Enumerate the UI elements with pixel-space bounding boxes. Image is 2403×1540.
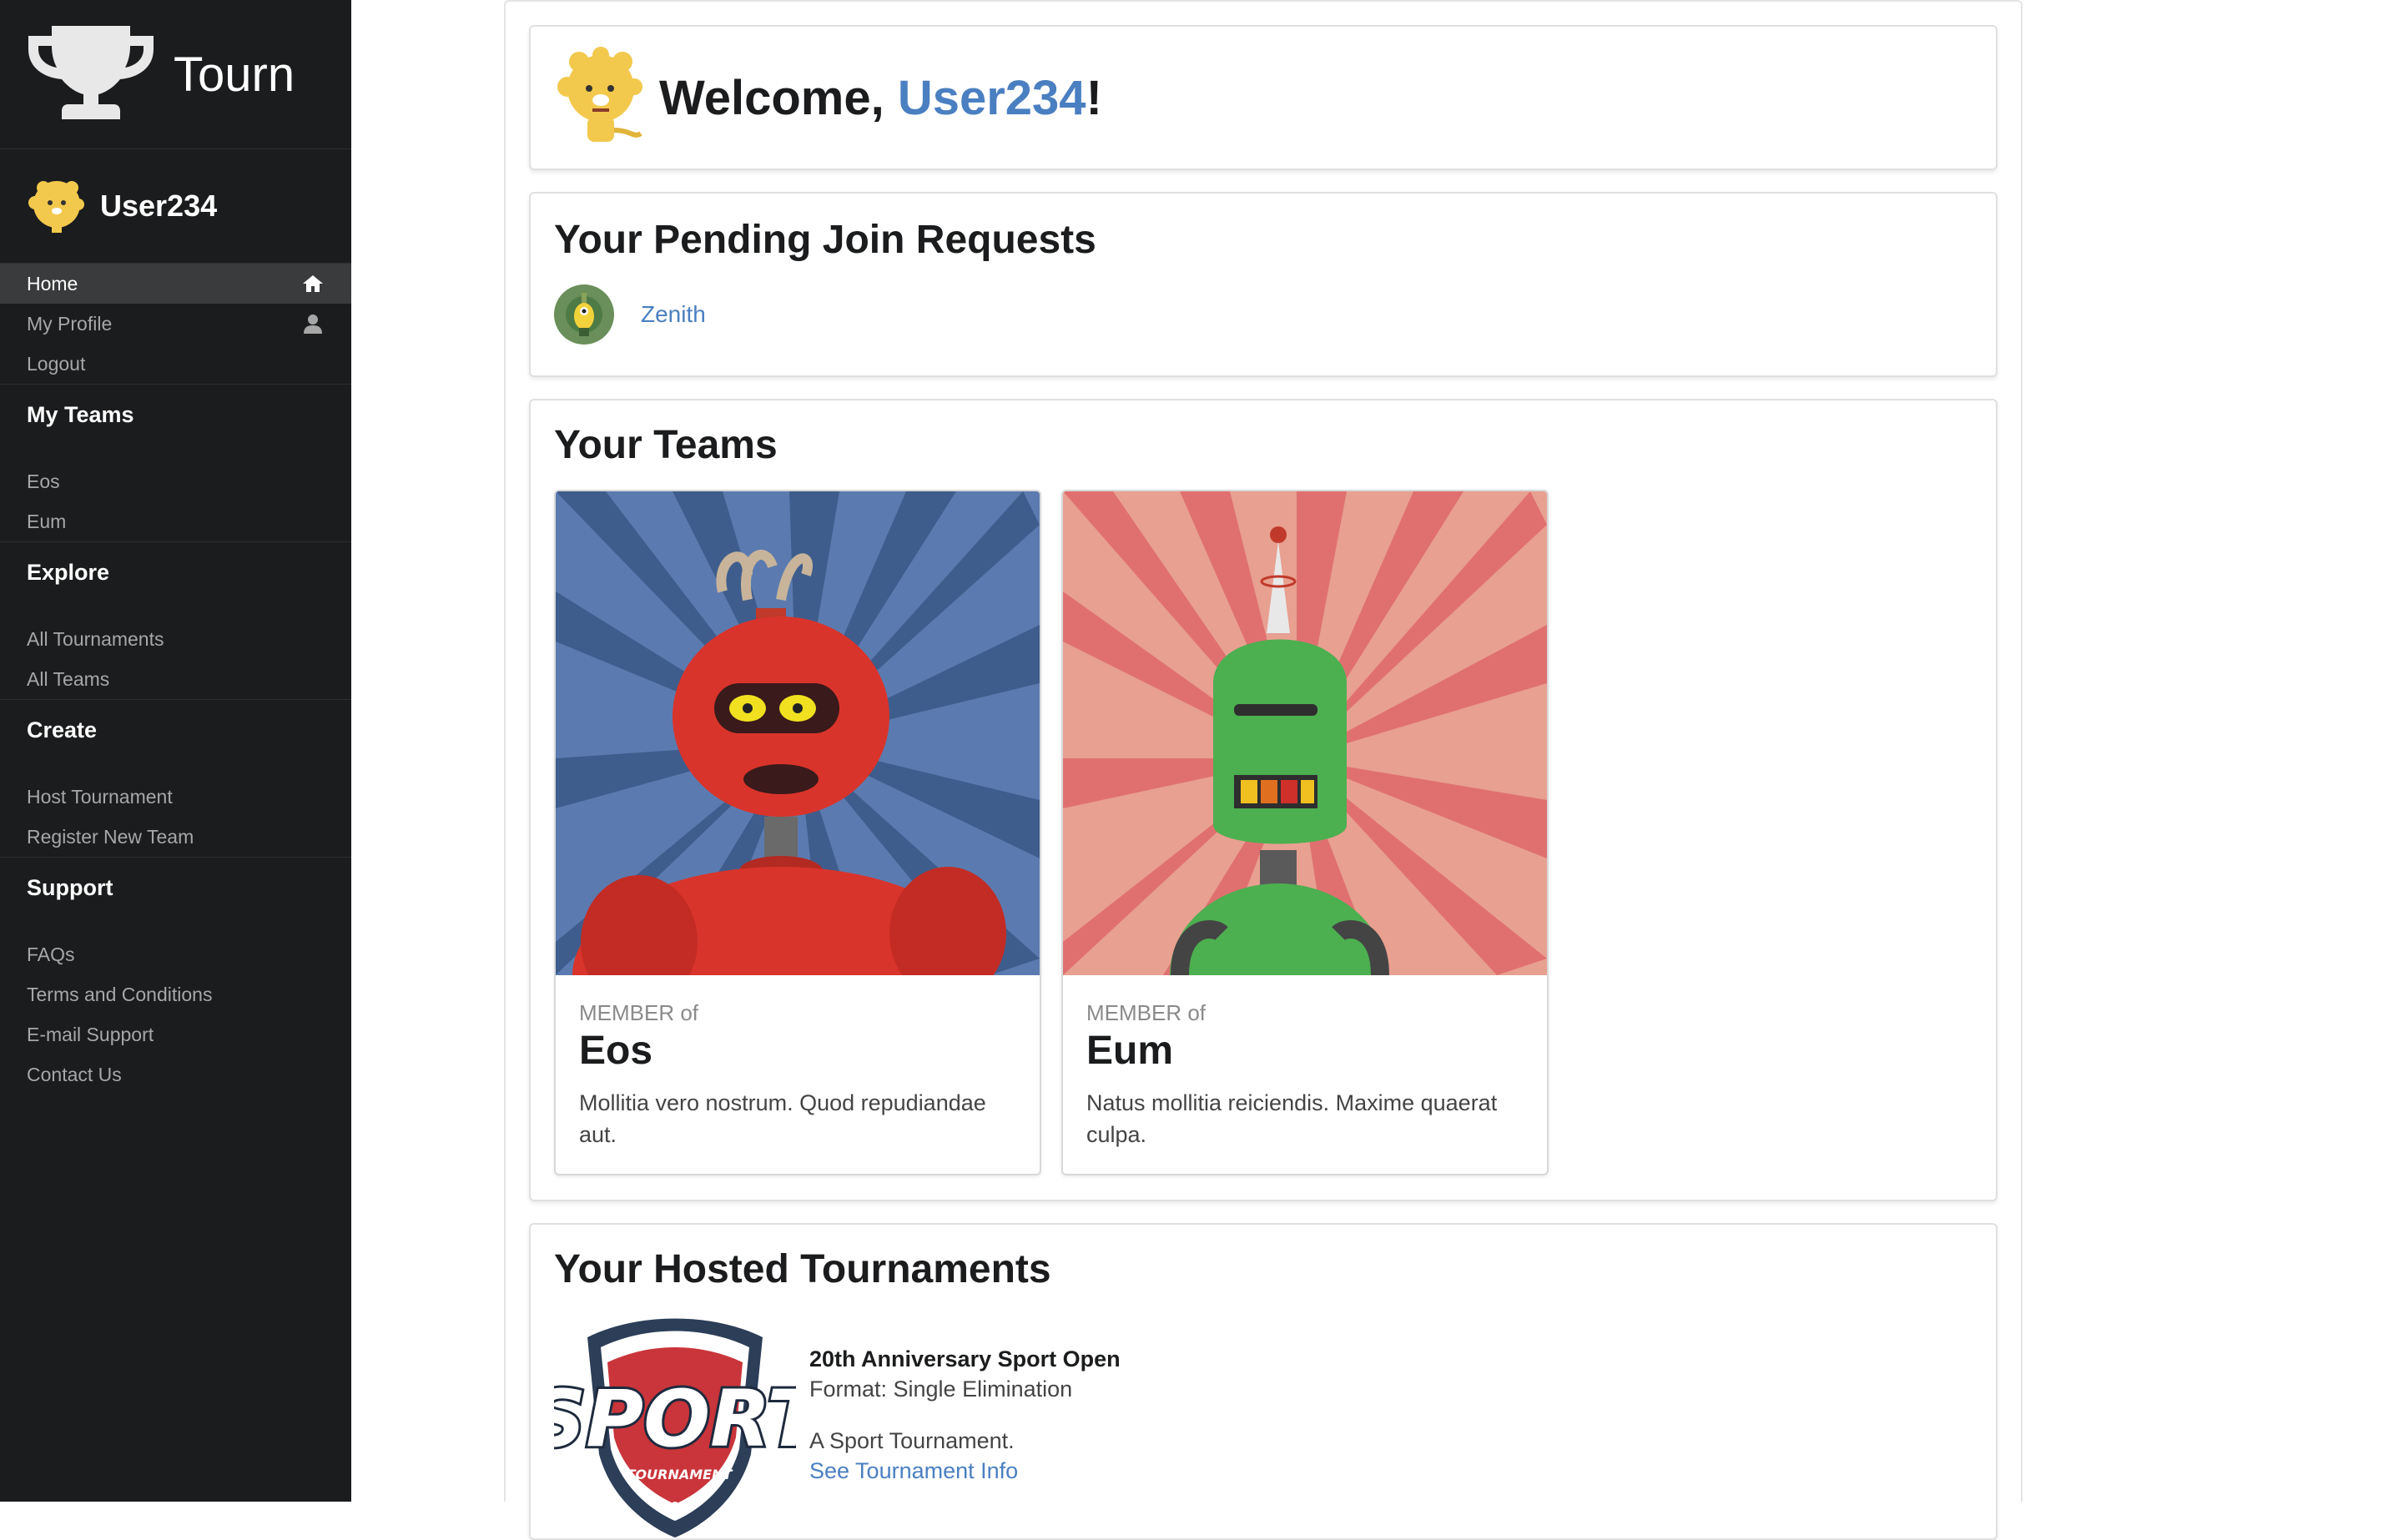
- brand[interactable]: Tourn: [0, 0, 351, 149]
- team-avatar: [554, 284, 614, 345]
- list-item: SPORT TOURNAMENT 20th Anniversary Sport …: [554, 1312, 1972, 1537]
- menu-label: My Profile: [27, 312, 113, 335]
- card-meta: MEMBER of: [579, 1000, 699, 1025]
- menu-item-all-teams[interactable]: All Teams: [0, 659, 351, 699]
- menu-item-contact[interactable]: Contact Us: [0, 1054, 351, 1095]
- card-team-name[interactable]: Eum: [1086, 1028, 1524, 1074]
- user-profile[interactable]: User234: [0, 149, 351, 264]
- username: User234: [100, 189, 218, 223]
- menu-item-email-support[interactable]: E-mail Support: [0, 1014, 351, 1054]
- menu-item-profile[interactable]: My Profile: [0, 304, 351, 344]
- sport-tournament-logo[interactable]: SPORT TOURNAMENT: [554, 1312, 796, 1537]
- menu-item-home[interactable]: Home: [0, 264, 351, 304]
- svg-text:TOURNAMENT: TOURNAMENT: [627, 1467, 733, 1482]
- section-explore: Explore: [27, 559, 110, 585]
- card-team-name[interactable]: Eos: [579, 1028, 1016, 1074]
- menu-item-team-eos[interactable]: Eos: [0, 461, 351, 501]
- tournament-format: Format: Single Elimination: [809, 1376, 1073, 1402]
- tournament-name[interactable]: 20th Anniversary Sport Open: [809, 1344, 1121, 1374]
- menu-item-faqs[interactable]: FAQs: [0, 934, 351, 974]
- avatar: [27, 176, 87, 236]
- menu-label: Home: [27, 272, 78, 294]
- card-description: Natus mollitia reiciendis. Maxime quaera…: [1086, 1090, 1498, 1147]
- home-icon: [301, 272, 325, 295]
- user-avatar: [554, 46, 647, 149]
- tournament-description: A Sport Tournament.: [809, 1428, 1015, 1453]
- brand-name: Tourn: [174, 47, 295, 102]
- tournament-info: 20th Anniversary Sport Open Format: Sing…: [809, 1312, 1121, 1537]
- team-card[interactable]: MEMBER of Eum Natus mollitia reiciendis.…: [1061, 490, 1549, 1175]
- card-body: MEMBER of Eum Natus mollitia reiciendis.…: [1063, 975, 1547, 1174]
- menu-item-logout[interactable]: Logout: [0, 344, 351, 384]
- hosted-title: Your Hosted Tournaments: [554, 1247, 1051, 1291]
- hosted-tournaments-segment: Your Hosted Tournaments SPORT TOURNAMENT…: [529, 1223, 1997, 1540]
- user-icon: [301, 312, 325, 335]
- card-body: MEMBER of Eos Mollitia vero nostrum. Quo…: [556, 975, 1040, 1174]
- menu-item-register-team[interactable]: Register New Team: [0, 817, 351, 857]
- welcome-username-link[interactable]: User234: [898, 71, 1086, 125]
- menu-item-team-eum[interactable]: Eum: [0, 501, 351, 541]
- menu-item-host-tournament[interactable]: Host Tournament: [0, 777, 351, 817]
- menu-item-all-tournaments[interactable]: All Tournaments: [0, 619, 351, 659]
- section-support: Support: [27, 874, 113, 900]
- request-team-link[interactable]: Zenith: [641, 301, 706, 328]
- menu-label: Logout: [27, 352, 86, 375]
- team-cards: MEMBER of Eos Mollitia vero nostrum. Quo…: [554, 490, 1972, 1175]
- team-image-green-robot: [1063, 491, 1547, 975]
- team-card[interactable]: MEMBER of Eos Mollitia vero nostrum. Quo…: [554, 490, 1041, 1175]
- list-item[interactable]: Zenith: [554, 284, 1972, 345]
- svg-text:SPORT: SPORT: [554, 1374, 796, 1465]
- section-my-teams: My Teams: [27, 401, 134, 427]
- teams-segment: Your Teams MEMBER of Eos Mollitia vero n…: [529, 399, 1997, 1201]
- section-create: Create: [27, 717, 98, 742]
- pending-title: Your Pending Join Requests: [554, 218, 1096, 262]
- trophy-icon: [27, 24, 155, 125]
- teams-title: Your Teams: [554, 423, 778, 467]
- welcome-segment: Welcome, User234!: [529, 25, 1997, 170]
- card-meta: MEMBER of: [1086, 1000, 1207, 1025]
- pending-requests-segment: Your Pending Join Requests Zenith: [529, 192, 1997, 377]
- card-description: Mollitia vero nostrum. Quod repudiandae …: [579, 1090, 986, 1147]
- menu-item-terms[interactable]: Terms and Conditions: [0, 974, 351, 1014]
- sidebar: Tourn User234 Home My Profile Logout My …: [0, 0, 351, 1502]
- tournament-info-link[interactable]: See Tournament Info: [809, 1456, 1121, 1486]
- main-content: Welcome, User234! Your Pending Join Requ…: [504, 0, 2023, 1540]
- welcome-heading: Welcome, User234!: [659, 70, 1102, 125]
- team-image-red-robot: [556, 491, 1040, 975]
